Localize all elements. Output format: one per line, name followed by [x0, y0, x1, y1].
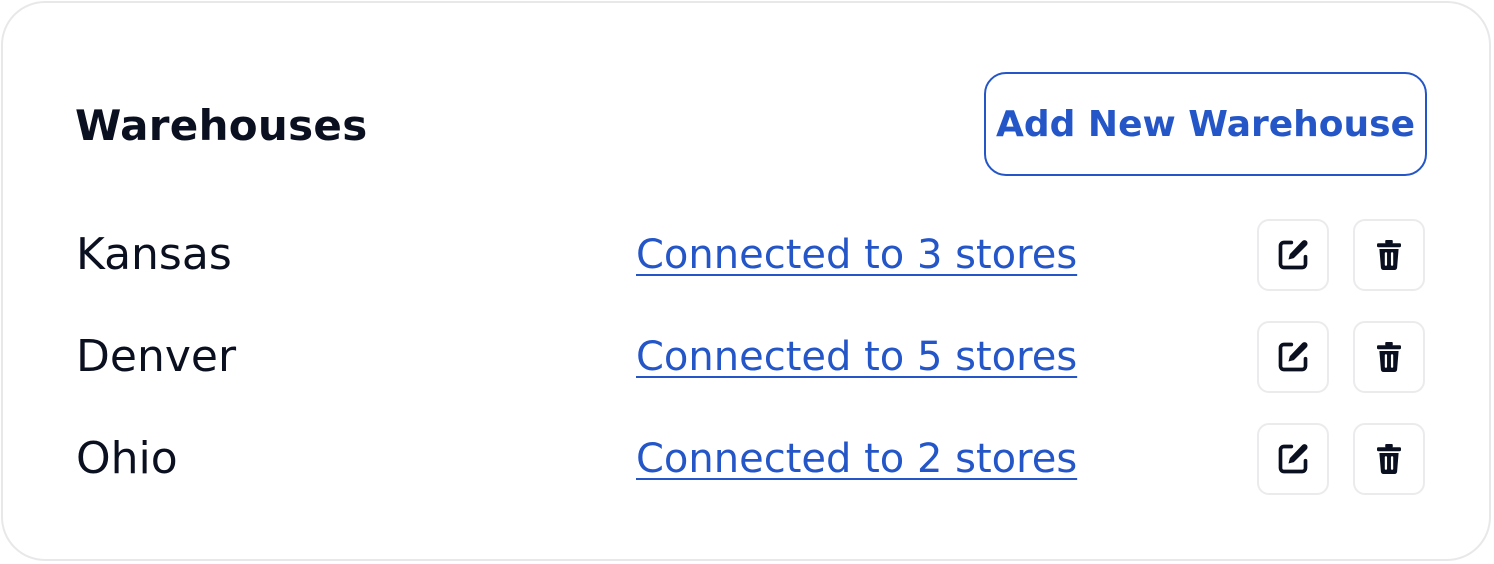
delete-button[interactable] — [1353, 219, 1425, 291]
warehouse-row: Denver Connected to 5 stores — [3, 321, 1493, 393]
trash-icon — [1377, 342, 1401, 373]
edit-button[interactable] — [1257, 423, 1329, 495]
trash-icon — [1377, 240, 1401, 271]
delete-button[interactable] — [1353, 321, 1425, 393]
warehouse-row: Kansas Connected to 3 stores — [3, 219, 1493, 291]
connected-stores-link[interactable]: Connected to 3 stores — [636, 219, 1077, 291]
edit-button[interactable] — [1257, 219, 1329, 291]
warehouse-name: Denver — [76, 331, 237, 382]
connected-stores-link[interactable]: Connected to 2 stores — [636, 423, 1077, 495]
add-warehouse-button[interactable]: Add New Warehouse — [984, 72, 1427, 176]
warehouse-name: Kansas — [76, 229, 232, 280]
trash-icon — [1377, 444, 1401, 475]
warehouse-row: Ohio Connected to 2 stores — [3, 423, 1493, 495]
edit-icon — [1278, 342, 1308, 372]
connected-stores-link[interactable]: Connected to 5 stores — [636, 321, 1077, 393]
delete-button[interactable] — [1353, 423, 1425, 495]
edit-button[interactable] — [1257, 321, 1329, 393]
page-title: Warehouses — [75, 101, 368, 150]
warehouse-name: Ohio — [76, 433, 178, 484]
warehouses-card: Warehouses Add New Warehouse Kansas Conn… — [1, 1, 1491, 561]
edit-icon — [1278, 444, 1308, 474]
edit-icon — [1278, 240, 1308, 270]
